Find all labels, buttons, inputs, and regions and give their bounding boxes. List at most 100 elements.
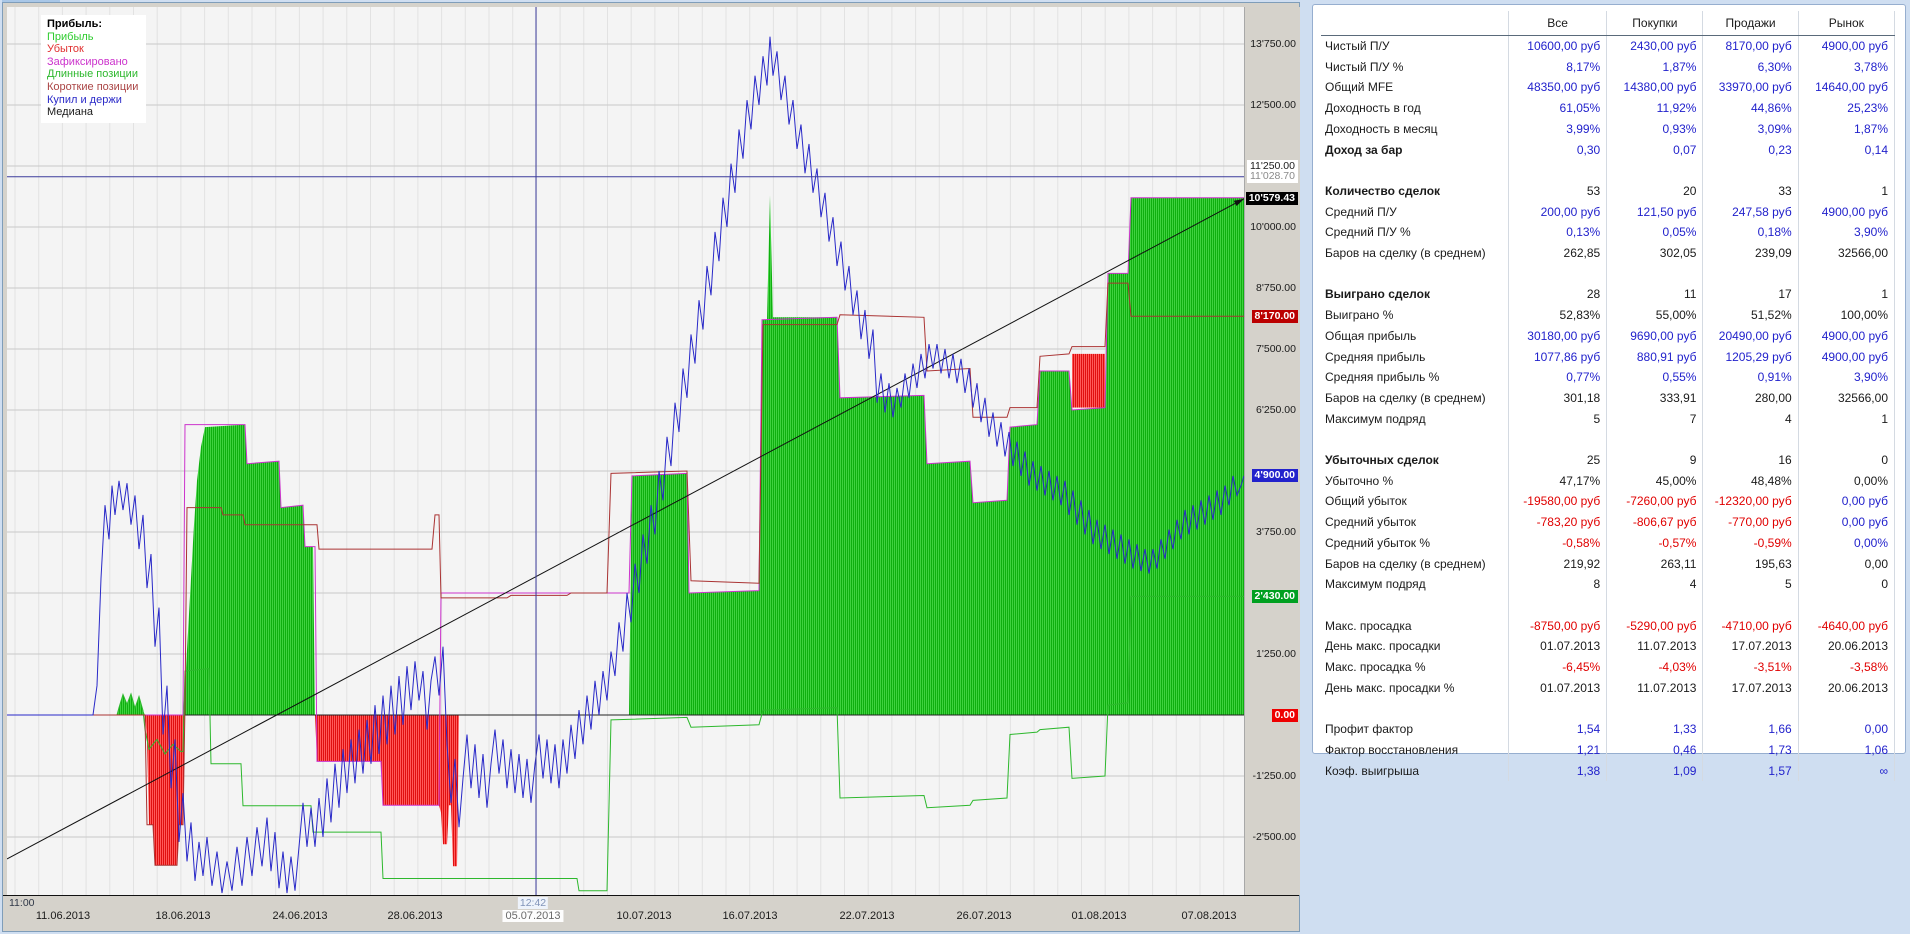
table-row: Макс. просадка -8750,00 руб -5290,00 руб -4… <box>1321 615 1896 637</box>
table-row: Количество сделок 53 20 33 1 <box>1321 180 1896 202</box>
cell-value <box>1798 594 1896 616</box>
cell-value: 01.07.2013 <box>1508 677 1608 699</box>
y-axis-label: 13'750.00 <box>1250 38 1296 50</box>
legend-item[interactable]: Длинные позиции <box>47 68 138 81</box>
cell-value: -19580,00 руб <box>1508 491 1608 513</box>
legend-item[interactable]: Зафиксировано <box>47 56 138 69</box>
cell-value: 6,30% <box>1702 56 1799 78</box>
y-axis-label: 3'750.00 <box>1256 526 1296 538</box>
legend-item[interactable]: Убыток <box>47 43 138 56</box>
cell-value: 1,38 <box>1508 760 1608 782</box>
table-row: Максимум подряд 8 4 5 0 <box>1321 574 1896 595</box>
time-axis-date-label: 18.06.2013 <box>155 910 211 922</box>
cell-value: 195,63 <box>1702 553 1799 575</box>
cell-value: 8170,00 руб <box>1702 35 1799 57</box>
column-header[interactable]: Все <box>1508 11 1608 36</box>
row-label: Коэф. выигрыша <box>1321 760 1509 782</box>
cell-value <box>1606 160 1704 181</box>
table-row: Коэф. выигрыша 1,38 1,09 1,57 ∞ <box>1321 760 1896 782</box>
cell-value: 3,78% <box>1798 56 1896 78</box>
cell-value: 25 <box>1508 450 1608 471</box>
row-label: Баров на сделку (в среднем) <box>1321 553 1509 575</box>
cell-value: 1,06 <box>1798 739 1896 761</box>
y-axis-label: 6'250.00 <box>1256 404 1296 416</box>
row-label: Чистый П/У % <box>1321 56 1509 78</box>
row-label <box>1321 594 1509 616</box>
row-label <box>1321 429 1509 451</box>
table-spacer-row <box>1321 429 1896 451</box>
cell-value: -770,00 руб <box>1702 512 1799 533</box>
cell-value: 1,21 <box>1508 739 1608 761</box>
cell-value: 1077,86 руб <box>1508 346 1608 368</box>
cell-value: 263,11 <box>1606 553 1704 575</box>
cell-value <box>1702 698 1799 720</box>
cell-value: 880,91 руб <box>1606 346 1704 368</box>
row-label: Баров на сделку (в среднем) <box>1321 243 1509 264</box>
equity-chart <box>7 7 1244 895</box>
table-spacer-row <box>1321 698 1896 720</box>
price-axis[interactable]: 13'750.00 12'500.00 10'000.00 8'750.00 7'500… <box>1244 7 1300 895</box>
cell-value: -806,67 руб <box>1606 512 1704 533</box>
row-label: Количество сделок <box>1321 180 1509 202</box>
cell-value <box>1798 698 1896 720</box>
chart-plot-area[interactable]: Прибыль: Прибыль Убыток Зафиксировано Длинн… <box>7 7 1244 895</box>
cell-value: 1 <box>1798 408 1896 430</box>
legend-item[interactable]: Медиана <box>47 106 138 119</box>
cell-value: 333,91 <box>1606 387 1704 409</box>
cell-value: 1,09 <box>1606 760 1704 782</box>
cell-value: 1 <box>1798 180 1896 202</box>
table-row: Баров на сделку (в среднем) 219,92 263,11 1… <box>1321 553 1896 575</box>
column-header[interactable]: Рынок <box>1798 11 1896 36</box>
cell-value: 0,93% <box>1606 118 1704 140</box>
legend-item[interactable]: Прибыль <box>47 31 138 44</box>
time-axis-date-label: 01.08.2013 <box>1071 910 1127 922</box>
row-label: Макс. просадка <box>1321 615 1509 637</box>
cell-value: 3,90% <box>1798 367 1896 388</box>
cell-value: 14640,00 руб <box>1798 77 1896 99</box>
row-label: Чистый П/У <box>1321 35 1509 57</box>
cell-value: 14380,00 руб <box>1606 77 1704 99</box>
legend-item[interactable]: Короткие позиции <box>47 81 138 94</box>
table-row: День макс. просадки 01.07.2013 11.07.2013 1… <box>1321 636 1896 658</box>
y-axis-value-marker: 10'579.43 <box>1245 192 1298 206</box>
cell-value: 0,46 <box>1606 739 1704 761</box>
cell-value: -5290,00 руб <box>1606 615 1704 637</box>
cell-value <box>1508 594 1608 616</box>
cell-value: 8,17% <box>1508 56 1608 78</box>
cell-value: 0,05% <box>1606 222 1704 244</box>
table-header-row: Все Покупки Продажи Рынок <box>1321 11 1896 36</box>
time-axis-date-label: 26.07.2013 <box>956 910 1012 922</box>
row-label: Средний убыток <box>1321 512 1509 533</box>
table-row: Средний П/У 200,00 руб 121,50 руб 247,58 ру… <box>1321 201 1896 223</box>
cell-value: 2430,00 руб <box>1606 35 1704 57</box>
cell-value <box>1606 698 1704 720</box>
table-row: Общая прибыль 30180,00 руб 9690,00 руб 2049… <box>1321 325 1896 347</box>
cell-value: 11 <box>1606 284 1704 306</box>
cell-value: -783,20 руб <box>1508 512 1608 533</box>
table-row: Доход за бар 0,30 0,07 0,23 0,14 <box>1321 139 1896 161</box>
cell-value: 4900,00 руб <box>1798 35 1896 57</box>
column-header[interactable]: Покупки <box>1606 11 1704 36</box>
time-axis-date-label: 22.07.2013 <box>839 910 895 922</box>
time-axis[interactable]: 11:00 12:42 11.06.2013 18.06.2013 24.06.2013… <box>3 895 1299 930</box>
table-row: Средний убыток -783,20 руб -806,67 руб -770… <box>1321 512 1896 533</box>
cell-value <box>1702 594 1799 616</box>
cell-value: 48,48% <box>1702 470 1799 492</box>
row-label: Доходность в месяц <box>1321 118 1509 140</box>
time-axis-date-label: 11.06.2013 <box>35 910 91 922</box>
table-row: Общий убыток -19580,00 руб -7260,00 руб -12… <box>1321 491 1896 513</box>
column-header[interactable]: Продажи <box>1702 11 1799 36</box>
cell-value: -7260,00 руб <box>1606 491 1704 513</box>
legend-item[interactable]: Купил и держи <box>47 94 138 107</box>
table-row: Максимум подряд 5 7 4 1 <box>1321 408 1896 430</box>
statistics-table: Все Покупки Продажи Рынок Чистый П/У 10600,0… <box>1321 11 1896 782</box>
y-axis-value-marker: 0.00 <box>1271 708 1298 722</box>
cell-value: 100,00% <box>1798 305 1896 326</box>
row-label: Выиграно сделок <box>1321 284 1509 306</box>
column-header[interactable] <box>1321 11 1509 36</box>
cell-value: -4,03% <box>1606 657 1704 678</box>
cell-value: 1,73 <box>1702 739 1799 761</box>
table-row: Убыточных сделок 25 9 16 0 <box>1321 450 1896 471</box>
cell-value: 3,99% <box>1508 118 1608 140</box>
table-row: Общий MFE 48350,00 руб 14380,00 руб 33970,0… <box>1321 77 1896 99</box>
